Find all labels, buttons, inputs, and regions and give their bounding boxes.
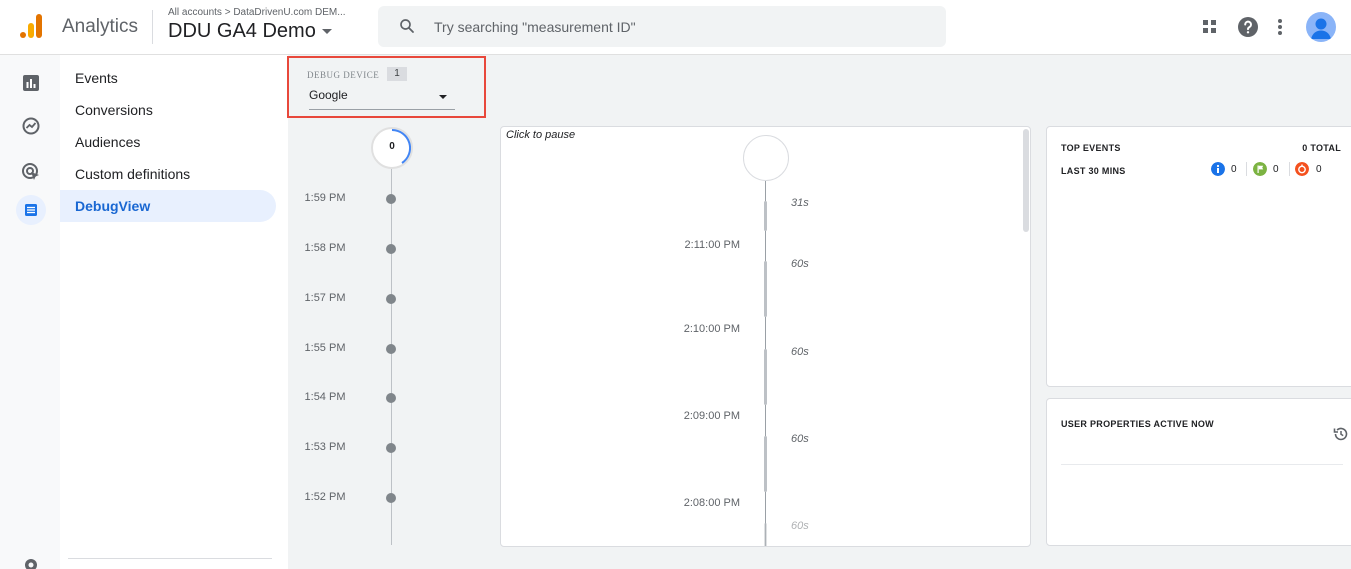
top-events-range: LAST 30 MINS (1061, 166, 1126, 176)
breadcrumb[interactable]: All accounts > DataDrivenU.com DEM... (168, 7, 346, 18)
seconds-segment (764, 349, 767, 405)
minute-time: 1:59 PM (304, 192, 346, 204)
top-events-total: 0 TOTAL (1302, 143, 1341, 153)
click-to-pause-label[interactable]: Click to pause (506, 129, 575, 141)
top-app-bar: Analytics All accounts > DataDrivenU.com… (0, 0, 1351, 55)
seconds-segment (764, 436, 767, 492)
property-selector[interactable]: DDU GA4 Demo (168, 20, 332, 43)
minute-dot (386, 244, 396, 254)
debug-device-count: 1 (387, 67, 407, 81)
apps-grid-icon[interactable] (1198, 15, 1222, 39)
minute-time: 1:54 PM (304, 391, 346, 403)
seconds-timestamp: 2:09:00 PM (683, 410, 740, 422)
seconds-segment (764, 261, 767, 317)
minute-dot (386, 344, 396, 354)
minutes-current-circle[interactable]: 0 (371, 127, 413, 169)
minute-row[interactable]: 1:57 PM (295, 292, 495, 308)
seconds-timestamp: 2:10:00 PM (683, 323, 740, 335)
minutes-stream: 0 1:59 PM 1:58 PM 1:57 PM 1:55 PM 1:54 P… (295, 125, 495, 545)
debug-device-select[interactable]: Google (309, 88, 455, 110)
more-vert-icon[interactable] (1268, 15, 1292, 39)
minute-row[interactable]: 1:58 PM (295, 242, 495, 258)
seconds-timestamp: 2:08:00 PM (683, 497, 740, 509)
conversion-event-count: 0 (1273, 164, 1279, 175)
nav-rail (0, 55, 60, 569)
badge-separator (1246, 162, 1247, 176)
help-icon[interactable] (1236, 15, 1260, 39)
sidebar-item-custom-definitions[interactable]: Custom definitions (60, 158, 276, 190)
user-properties-divider (1061, 464, 1343, 465)
seconds-segment (764, 201, 767, 231)
badge-separator (1289, 162, 1290, 176)
minute-dot (386, 393, 396, 403)
minute-time: 1:55 PM (304, 342, 346, 354)
minute-dot (386, 443, 396, 453)
analytics-logo-icon[interactable] (20, 14, 44, 40)
sidebar: Events Conversions Audiences Custom defi… (60, 55, 288, 569)
sidebar-item-debugview[interactable]: DebugView (60, 190, 276, 222)
seconds-stream[interactable]: Click to pause 31s 2:11:00 PM 60s 2:10:0… (500, 126, 1031, 547)
top-events-card: TOP EVENTS 0 TOTAL LAST 30 MINS 0 0 0 (1046, 126, 1351, 387)
account-icon (1311, 18, 1331, 39)
segment-duration: 60s (791, 520, 809, 532)
settings-gear-icon[interactable] (21, 555, 41, 569)
list-icon (25, 204, 37, 216)
segment-duration: 60s (791, 258, 809, 270)
seconds-segment (764, 523, 767, 546)
info-event-count: 0 (1231, 164, 1237, 175)
user-properties-card: USER PROPERTIES ACTIVE NOW (1046, 398, 1351, 546)
user-properties-title: USER PROPERTIES ACTIVE NOW (1061, 419, 1214, 429)
advertising-icon[interactable] (21, 162, 41, 182)
header-divider (152, 10, 153, 44)
search-input[interactable]: Try searching "measurement ID" (378, 6, 946, 47)
dropdown-arrow-icon (439, 95, 447, 99)
minute-time: 1:57 PM (304, 292, 346, 304)
chevron-down-icon (321, 29, 332, 35)
minute-row[interactable]: 1:54 PM (295, 391, 495, 407)
error-event-icon[interactable] (1295, 162, 1309, 176)
search-icon (400, 19, 414, 33)
minute-time: 1:52 PM (304, 491, 346, 503)
debug-device-label: DEBUG DEVICE (307, 70, 380, 80)
app-title: Analytics (62, 16, 139, 37)
seconds-scrollbar[interactable] (1023, 129, 1029, 232)
reports-icon[interactable] (21, 73, 41, 93)
segment-duration: 31s (791, 197, 809, 209)
minute-dot (386, 194, 396, 204)
minute-time: 1:58 PM (304, 242, 346, 254)
segment-duration: 60s (791, 433, 809, 445)
explore-icon[interactable] (21, 116, 41, 136)
search-placeholder: Try searching "measurement ID" (434, 19, 636, 35)
debug-device-panel: DEBUG DEVICE 1 Google (287, 56, 486, 118)
minutes-event-count: 0 (389, 141, 395, 152)
seconds-current-circle (743, 135, 789, 181)
minute-row[interactable]: 1:55 PM (295, 342, 495, 358)
sidebar-item-conversions[interactable]: Conversions (60, 94, 276, 126)
history-icon[interactable] (1332, 425, 1350, 443)
minute-row[interactable]: 1:52 PM (295, 491, 495, 507)
minute-dot (386, 493, 396, 503)
sidebar-item-events[interactable]: Events (60, 62, 276, 94)
configure-icon-active[interactable] (16, 195, 46, 225)
minute-row[interactable]: 1:53 PM (295, 441, 495, 457)
info-event-icon[interactable] (1211, 162, 1225, 176)
error-event-count: 0 (1316, 164, 1322, 175)
minute-dot (386, 294, 396, 304)
property-name: DDU GA4 Demo (168, 20, 316, 42)
seconds-timestamp: 2:11:00 PM (684, 239, 740, 251)
sidebar-item-audiences[interactable]: Audiences (60, 126, 276, 158)
sidebar-divider (68, 558, 272, 559)
avatar[interactable] (1306, 12, 1336, 42)
conversion-flag-icon[interactable] (1253, 162, 1267, 176)
page: Analytics All accounts > DataDrivenU.com… (0, 0, 1351, 569)
minute-time: 1:53 PM (304, 441, 346, 453)
minute-row[interactable]: 1:59 PM (295, 192, 495, 208)
debug-device-value: Google (309, 88, 348, 102)
segment-duration: 60s (791, 346, 809, 358)
top-events-title: TOP EVENTS (1061, 143, 1121, 153)
